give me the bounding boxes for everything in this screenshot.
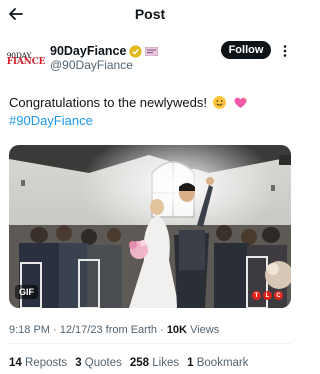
post-header: Post xyxy=(0,0,300,30)
bookmarks-stat[interactable]: 1 Bookmark xyxy=(187,357,248,369)
tlc-logo: T L C xyxy=(252,291,283,300)
meta-separator: · xyxy=(53,324,60,336)
reposts-stat[interactable]: 14 Reposts xyxy=(9,357,67,369)
tlc-logo-letter: C xyxy=(274,291,283,300)
tlc-logo-letter: L xyxy=(263,291,272,300)
post-meta: 9:18 PM · 12/17/23 from Earth · 10K View… xyxy=(9,324,219,336)
wedding-scene-image xyxy=(9,145,291,308)
page-title: Post xyxy=(134,6,166,22)
author-handle[interactable]: @90DayFiance xyxy=(50,58,133,72)
avatar-logo: 90DAY FIANCE xyxy=(6,51,46,67)
tweet-body: Congratulations to the newlyweds! xyxy=(9,95,208,110)
engagement-stats: 14 Reposts 3 Quotes 258 Likes 1 Bookmark xyxy=(9,357,249,369)
more-options-icon[interactable] xyxy=(278,44,292,58)
views-label: Views xyxy=(190,324,220,336)
gif-badge: GIF xyxy=(15,285,38,299)
tweet-text: Congratulations to the newlyweds! #90Day… xyxy=(9,94,291,130)
post-source: from Earth xyxy=(105,324,158,336)
smiling-face-emoji-icon xyxy=(212,96,226,109)
divider xyxy=(9,343,291,344)
quotes-stat[interactable]: 3 Quotes xyxy=(75,357,122,369)
likes-stat[interactable]: 258 Likes xyxy=(130,357,179,369)
tlc-logo-letter: T xyxy=(252,291,261,300)
author-name-row: 90DayFiance xyxy=(50,43,159,59)
verified-badge-icon xyxy=(129,44,143,58)
views-count: 10K xyxy=(166,324,187,336)
sparkling-heart-emoji-icon xyxy=(234,96,247,108)
author-display-name[interactable]: 90DayFiance xyxy=(50,44,126,58)
meta-separator: · xyxy=(160,324,167,336)
gif-media[interactable]: GIF T L C xyxy=(9,145,291,308)
post-date[interactable]: 12/17/23 xyxy=(60,324,103,336)
follow-button[interactable]: Follow xyxy=(221,41,271,59)
hashtag-link[interactable]: #90DayFiance xyxy=(9,112,291,130)
post-time[interactable]: 9:18 PM xyxy=(9,324,50,336)
avatar[interactable]: 90DAY FIANCE xyxy=(6,44,46,74)
affiliate-flag-icon xyxy=(145,46,159,56)
